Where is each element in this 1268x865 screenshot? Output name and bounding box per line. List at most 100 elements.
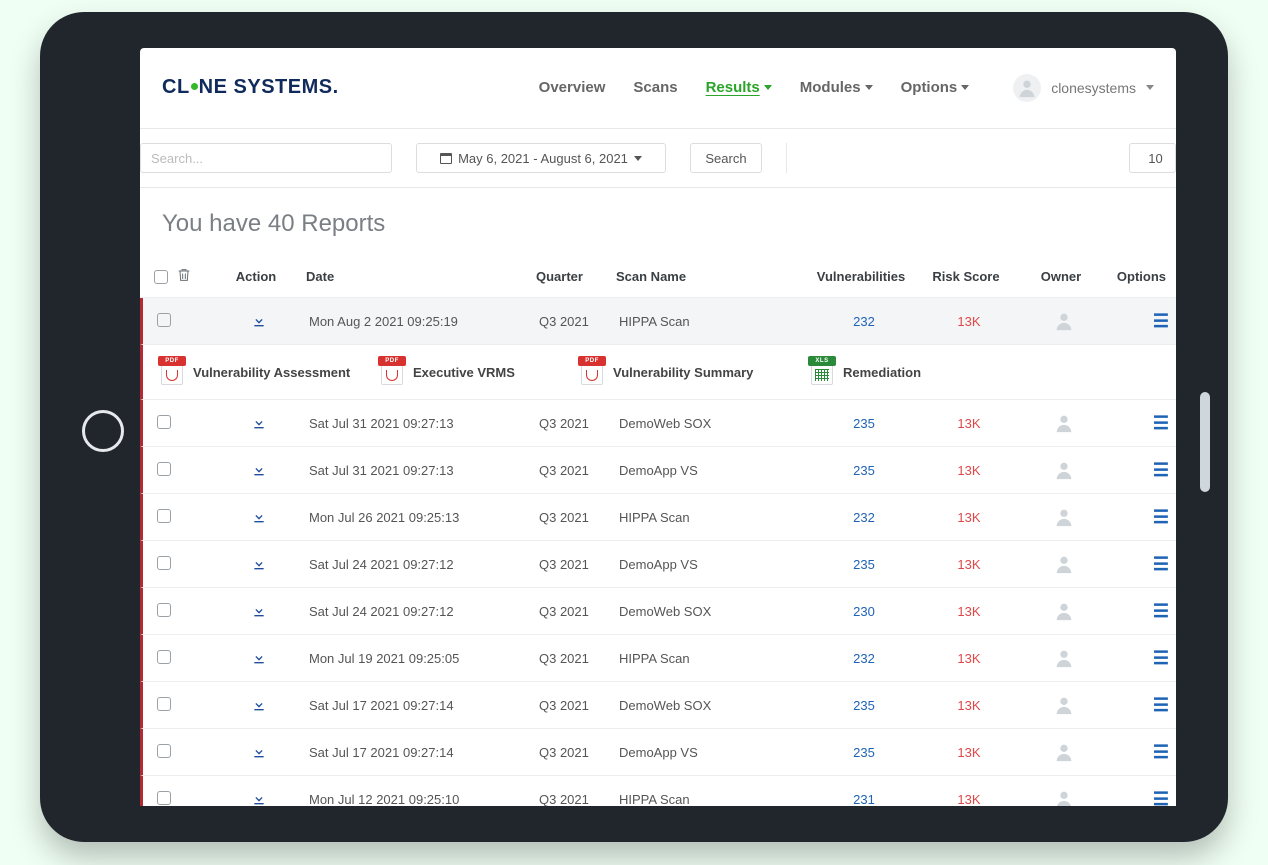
cell-quarter: Q3 2021 [539, 510, 619, 525]
row-checkbox[interactable] [157, 697, 171, 711]
cell-risk-score: 13K [919, 651, 1019, 666]
nav-modules[interactable]: Modules [800, 79, 873, 96]
cell-vulnerabilities[interactable]: 235 [809, 698, 919, 713]
table-row: Mon Jul 19 2021 09:25:05 Q3 2021 HIPPA S… [140, 635, 1176, 682]
select-all-checkbox[interactable] [154, 270, 168, 284]
row-checkbox[interactable] [157, 791, 171, 805]
download-button[interactable] [209, 603, 309, 619]
page-size-select[interactable]: 10 [1129, 143, 1176, 173]
search-input[interactable] [140, 143, 392, 173]
download-button[interactable] [209, 791, 309, 806]
cell-scan-name: DemoWeb SOX [619, 604, 809, 619]
cell-owner [1019, 788, 1109, 806]
report-type-vuln-summary[interactable]: Vulnerability Summary [581, 359, 811, 385]
cell-vulnerabilities[interactable]: 230 [809, 604, 919, 619]
cell-quarter: Q3 2021 [539, 314, 619, 329]
download-button[interactable] [209, 313, 309, 329]
cell-quarter: Q3 2021 [539, 416, 619, 431]
row-checkbox[interactable] [157, 650, 171, 664]
row-checkbox[interactable] [157, 313, 171, 327]
cell-owner [1019, 600, 1109, 622]
cell-risk-score: 13K [919, 557, 1019, 572]
row-checkbox[interactable] [157, 556, 171, 570]
row-options-button[interactable]: ☰ [1109, 311, 1176, 332]
download-button[interactable] [209, 415, 309, 431]
delete-icon[interactable] [176, 266, 192, 287]
cell-risk-score: 13K [919, 604, 1019, 619]
cell-date: Sat Jul 24 2021 09:27:12 [309, 557, 539, 572]
brand-logo: CLNE SYSTEMS. [162, 76, 339, 99]
cell-vulnerabilities[interactable]: 235 [809, 416, 919, 431]
table-row: Mon Jul 12 2021 09:25:10 Q3 2021 HIPPA S… [140, 776, 1176, 806]
cell-date: Mon Jul 12 2021 09:25:10 [309, 792, 539, 807]
cell-risk-score: 13K [919, 314, 1019, 329]
cell-vulnerabilities[interactable]: 231 [809, 792, 919, 807]
xls-icon [811, 359, 833, 385]
user-menu[interactable]: clonesystems [1013, 74, 1154, 102]
cell-vulnerabilities[interactable]: 235 [809, 463, 919, 478]
cell-vulnerabilities[interactable]: 232 [809, 510, 919, 525]
nav-modules-label: Modules [800, 79, 861, 96]
pdf-icon [381, 359, 403, 385]
cell-risk-score: 13K [919, 792, 1019, 807]
chevron-down-icon [634, 156, 642, 161]
download-button[interactable] [209, 744, 309, 760]
search-button[interactable]: Search [690, 143, 762, 173]
download-button[interactable] [209, 697, 309, 713]
download-button[interactable] [209, 462, 309, 478]
cell-owner [1019, 694, 1109, 716]
table-header: Action Date Quarter Scan Name Vulnerabil… [140, 256, 1176, 298]
download-button[interactable] [209, 509, 309, 525]
date-range-picker[interactable]: May 6, 2021 - August 6, 2021 [416, 143, 666, 173]
cell-risk-score: 13K [919, 745, 1019, 760]
device-home-button [82, 410, 124, 452]
report-type-remediation[interactable]: Remediation [811, 359, 1011, 385]
nav-options[interactable]: Options [901, 79, 970, 96]
scrollbar[interactable] [1200, 392, 1210, 492]
brand-dot-icon [191, 83, 198, 90]
row-options-button[interactable]: ☰ [1109, 789, 1176, 807]
row-options-button[interactable]: ☰ [1109, 507, 1176, 528]
row-options-button[interactable]: ☰ [1109, 695, 1176, 716]
page-size-value: 10 [1148, 151, 1162, 166]
row-options-button[interactable]: ☰ [1109, 648, 1176, 669]
cell-scan-name: DemoApp VS [619, 745, 809, 760]
col-options: Options [1106, 269, 1176, 284]
cell-risk-score: 13K [919, 698, 1019, 713]
row-checkbox[interactable] [157, 509, 171, 523]
row-checkbox[interactable] [157, 603, 171, 617]
report-type-vuln-assessment[interactable]: Vulnerability Assessment [161, 359, 381, 385]
row-checkbox[interactable] [157, 415, 171, 429]
nav-overview[interactable]: Overview [539, 79, 606, 96]
cell-vulnerabilities[interactable]: 235 [809, 745, 919, 760]
cell-date: Sat Jul 31 2021 09:27:13 [309, 416, 539, 431]
nav-scans-label: Scans [633, 79, 677, 96]
row-options-button[interactable]: ☰ [1109, 413, 1176, 434]
chevron-down-icon [865, 85, 873, 90]
row-options-button[interactable]: ☰ [1109, 460, 1176, 481]
report-type-exec-vrms[interactable]: Executive VRMS [381, 359, 581, 385]
download-button[interactable] [209, 650, 309, 666]
row-options-button[interactable]: ☰ [1109, 554, 1176, 575]
main-nav: Overview Scans Results Modules Options [539, 79, 970, 96]
nav-scans[interactable]: Scans [633, 79, 677, 96]
nav-options-label: Options [901, 79, 958, 96]
cell-vulnerabilities[interactable]: 232 [809, 651, 919, 666]
avatar-icon [1013, 74, 1041, 102]
cell-scan-name: HIPPA Scan [619, 314, 809, 329]
cell-scan-name: DemoWeb SOX [619, 416, 809, 431]
chevron-down-icon [764, 85, 772, 90]
cell-vulnerabilities[interactable]: 232 [809, 314, 919, 329]
row-options-button[interactable]: ☰ [1109, 601, 1176, 622]
row-options-button[interactable]: ☰ [1109, 742, 1176, 763]
cell-date: Mon Aug 2 2021 09:25:19 [309, 314, 539, 329]
col-date: Date [306, 269, 536, 284]
table-row: Mon Jul 26 2021 09:25:13 Q3 2021 HIPPA S… [140, 494, 1176, 541]
nav-results[interactable]: Results [706, 79, 772, 96]
row-checkbox[interactable] [157, 744, 171, 758]
row-checkbox[interactable] [157, 462, 171, 476]
cell-vulnerabilities[interactable]: 235 [809, 557, 919, 572]
col-owner: Owner [1016, 269, 1106, 284]
cell-risk-score: 13K [919, 463, 1019, 478]
download-button[interactable] [209, 556, 309, 572]
